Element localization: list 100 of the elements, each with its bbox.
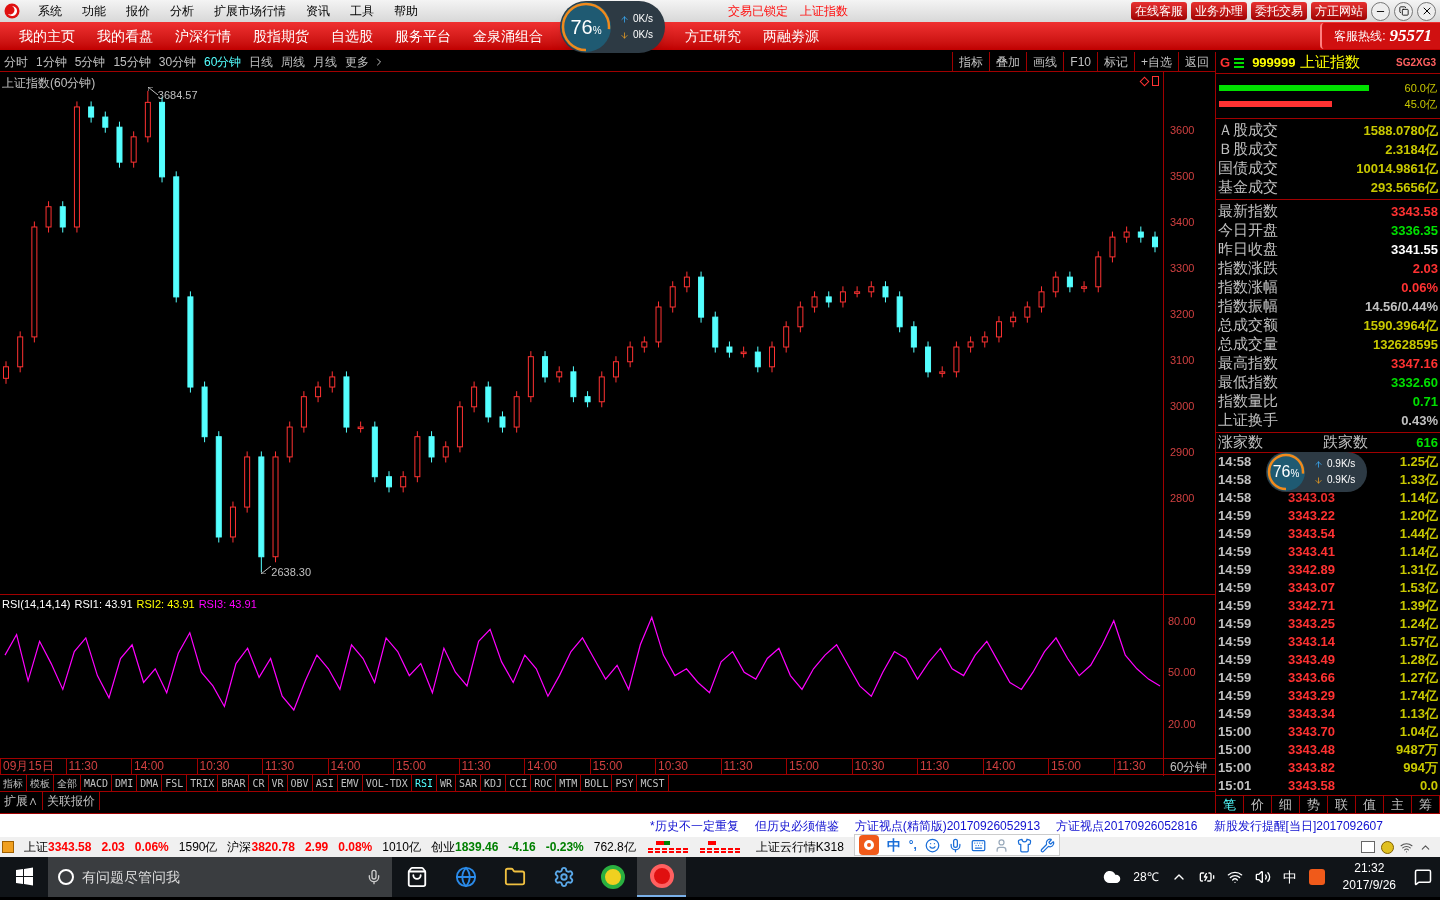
weather-reading[interactable]: 28℃	[1133, 868, 1159, 886]
network-speed-widget[interactable]: 76% 0.9K/s 0.9K/s	[1266, 452, 1368, 492]
indicator-tab[interactable]: RSI	[411, 775, 437, 791]
nav-tab[interactable]: 两融劵源	[752, 25, 830, 47]
wifi-icon[interactable]	[1226, 869, 1243, 885]
chart-tool-button[interactable]: +自选	[1134, 52, 1178, 71]
input-language[interactable]: 中	[1282, 866, 1297, 888]
network-speed-widget[interactable]: 76% 0K/s 0K/s	[560, 1, 665, 53]
header-button[interactable]: 在线客服	[1131, 2, 1187, 20]
indicator-tab[interactable]: TRIX	[187, 775, 219, 791]
tick-time: 15:00	[1218, 742, 1252, 758]
indicator-tab[interactable]: 指标	[0, 775, 27, 791]
restore-button[interactable]	[1394, 1, 1413, 21]
indicator-tab[interactable]: 全部	[54, 775, 81, 791]
indicator-tab[interactable]: PSY	[612, 775, 638, 791]
shirt-icon[interactable]	[1016, 837, 1032, 853]
battery-icon[interactable]	[1198, 869, 1215, 885]
news-link[interactable]: 方证视点(精简版)20170926052913	[854, 816, 1041, 835]
notification-icon[interactable]	[1414, 868, 1432, 886]
input-mode-toggle[interactable]: 中	[886, 834, 901, 856]
indicator-tab[interactable]: BOLL	[581, 775, 613, 791]
indicator-tab[interactable]: VOL-TDX	[362, 775, 412, 791]
news-link[interactable]: 新股发行提醒[当日]2017092607	[1213, 816, 1383, 835]
period-tab[interactable]: 月线	[309, 52, 342, 71]
menu-item[interactable]: 功能	[72, 2, 116, 20]
indicator-tab[interactable]: ASI	[312, 775, 338, 791]
minimize-button[interactable]	[1371, 1, 1390, 21]
news-link[interactable]: *历史不一定重复	[650, 816, 739, 835]
indicator-tab[interactable]: DMA	[137, 775, 163, 791]
nav-tab[interactable]: 服务平台	[384, 25, 462, 47]
clock[interactable]: 21:32 2017/9/26	[1336, 860, 1402, 894]
period-tab[interactable]: 周线	[277, 52, 310, 71]
tick-price: 3343.82	[1288, 759, 1335, 778]
chart-tool-button[interactable]: F10	[1063, 52, 1097, 71]
indicator-tab[interactable]: KDJ	[481, 775, 507, 791]
nav-tab[interactable]: 我的主页	[8, 25, 86, 47]
chart-tool-button[interactable]: 叠加	[989, 52, 1027, 71]
chart-tool-button[interactable]: 指标	[952, 52, 990, 71]
indicator-tab[interactable]: OBV	[287, 775, 313, 791]
menu-item[interactable]: 帮助	[384, 2, 428, 20]
keyboard-icon[interactable]	[970, 837, 986, 853]
nav-tab[interactable]: 金泉涌组合	[462, 25, 554, 47]
news-link[interactable]: 但历史必须借鉴	[754, 816, 839, 835]
candle	[981, 330, 988, 348]
period-tab[interactable]: 15分钟	[109, 52, 155, 71]
nav-tab[interactable]: 股指期货	[242, 25, 320, 47]
period-tab[interactable]: 30分钟	[154, 52, 201, 71]
indicator-tab[interactable]: 模板	[27, 775, 54, 791]
punctuation-toggle[interactable]: °,	[908, 836, 917, 854]
extension-tab[interactable]: 扩展∧	[0, 792, 43, 810]
indicator-tab[interactable]: WR	[436, 775, 456, 791]
indicator-tab[interactable]: CCI	[506, 775, 532, 791]
menu-item[interactable]: 工具	[340, 2, 384, 20]
search-field[interactable]: 有问题尽管问我	[82, 866, 358, 888]
indicator-tab[interactable]: MCST	[637, 775, 669, 791]
chart-tool-button[interactable]: 画线	[1026, 52, 1064, 71]
indicator-tab[interactable]: SAR	[456, 775, 482, 791]
period-tab[interactable]: 日线	[245, 52, 278, 71]
menu-item[interactable]: 资讯	[296, 2, 340, 20]
menu-icon[interactable]	[1234, 57, 1245, 68]
indicator-tab[interactable]: MACD	[81, 775, 113, 791]
weather-icon[interactable]	[1103, 868, 1122, 886]
header-button[interactable]: 业务办理	[1191, 2, 1247, 20]
header-button[interactable]: 委托交易	[1251, 2, 1307, 20]
period-tab[interactable]: 5分钟	[70, 52, 110, 71]
period-tab[interactable]: 分时	[0, 52, 32, 71]
nav-tab[interactable]: 方正研究	[674, 25, 752, 47]
signal-icon[interactable]	[1400, 840, 1413, 854]
coin-icon[interactable]	[1381, 840, 1394, 854]
search-box[interactable]: 有问题尽管问我	[48, 857, 392, 897]
microphone-icon[interactable]	[947, 837, 963, 853]
indicator-tab[interactable]: EMV	[337, 775, 363, 791]
indicator-tab[interactable]: CR	[249, 775, 269, 791]
nav-tab[interactable]: 沪深行情	[164, 25, 242, 47]
indicator-tab[interactable]: VR	[268, 775, 288, 791]
window-icon[interactable]	[1361, 840, 1375, 853]
volume-icon[interactable]	[1254, 869, 1271, 885]
indicator-tab[interactable]: DMI	[112, 775, 138, 791]
extension-tab[interactable]: 关联报价	[43, 792, 100, 810]
period-tab[interactable]: 更多	[341, 52, 374, 71]
header-button[interactable]: 方正网站	[1311, 2, 1367, 20]
indicator-tab[interactable]: MTM	[556, 775, 582, 791]
square-icon[interactable]	[1152, 76, 1159, 86]
wrench-icon[interactable]	[1039, 837, 1055, 853]
nav-tab[interactable]: 我的看盘	[86, 25, 164, 47]
menu-item[interactable]: 扩展市场行情	[204, 2, 296, 20]
menu-item[interactable]: 分析	[160, 2, 204, 20]
close-button[interactable]	[1417, 1, 1436, 21]
microphone-icon[interactable]	[366, 869, 382, 885]
indicator-tab[interactable]: FSL	[162, 775, 188, 791]
indicator-tab[interactable]: BRAR	[218, 775, 250, 791]
chart-tool-button[interactable]: 标记	[1097, 52, 1134, 71]
indicator-tab[interactable]: ROC	[531, 775, 557, 791]
menu-item[interactable]: 系统	[28, 2, 72, 20]
menu-item[interactable]: 报价	[116, 2, 160, 20]
news-link[interactable]: 方证视点20170926052816	[1056, 816, 1198, 835]
period-tab[interactable]: 60分钟	[200, 52, 246, 71]
period-tab[interactable]: 1分钟	[32, 52, 71, 71]
nav-tab[interactable]: 自选股	[320, 25, 384, 47]
emoji-icon[interactable]	[924, 837, 940, 853]
